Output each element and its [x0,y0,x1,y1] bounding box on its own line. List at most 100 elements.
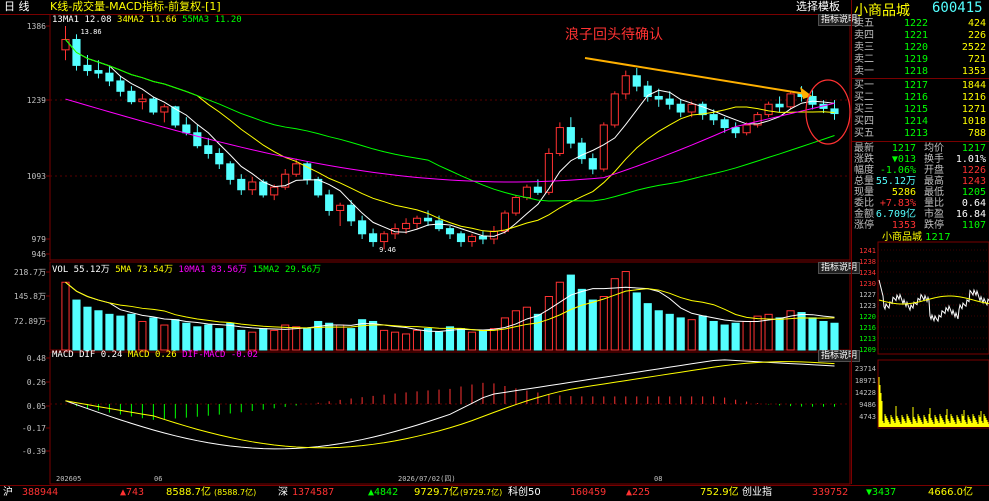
ob-label: 买四 [854,116,874,127]
candle-down [314,178,323,196]
ask-row[interactable]: 卖二 1219 721 [852,54,989,66]
ask-row[interactable]: 卖五 1222 424 [852,18,989,30]
candle-up [336,204,345,211]
candle-up [544,152,553,193]
annotation-text: 浪子回头待确认 [565,27,663,43]
macd-tick: -0.17 [22,424,46,433]
minute-price-line [878,279,989,323]
volume-bar-up [500,317,510,351]
volume-bar-down [456,328,466,351]
sz-amount-2: (9729.7亿) [460,488,503,497]
bid-row[interactable]: 买一 1217 1844 [852,80,989,92]
stat-value: ▼013 [891,154,916,165]
stat-row: 金额 6.709亿 市盈 16.84 [852,209,989,220]
bid-row[interactable]: 买四 1214 1018 [852,116,989,128]
kc-label[interactable]: 科创50 [508,486,541,500]
minute-vol-frame [877,359,989,429]
stat-label: 换手 [924,154,944,165]
volume-bar-up [467,331,477,351]
volume-bar-down [83,306,92,351]
ob-price: 1216 [904,92,929,103]
volume-bar-up [391,331,400,351]
candle-down [116,80,125,92]
stat-value: 1.01% [955,154,986,165]
stat-value: 6.709亿 [875,209,916,220]
ob-label: 卖五 [854,18,874,29]
ob-label: 买一 [854,80,874,91]
ob-volume: 1216 [961,92,986,103]
volume-bar-down [193,326,202,351]
ask-row[interactable]: 卖三 1220 2522 [852,42,989,54]
candle-up [742,124,751,134]
kc-value: 160459 [570,487,607,498]
volume-bar-up [61,281,70,351]
candle-down [94,70,103,74]
ask-row[interactable]: 卖四 1221 226 [852,30,989,42]
ob-price: 1220 [904,42,929,53]
ob-label: 卖四 [854,30,874,41]
candle-up [138,98,147,103]
candle-down [358,220,367,235]
sz-label[interactable]: 深 [278,486,288,500]
stat-label: 幅度 [854,165,874,176]
ob-label: 卖一 [854,66,874,77]
period-label[interactable]: 日 线 [4,1,30,13]
volume-bar-down [775,317,784,351]
candle-down [215,152,224,165]
candle-down [193,132,202,147]
vol-legend-2: 5MA 73.54万 [115,265,173,275]
stat-row: 现量 5286 最低 1205 [852,187,989,198]
volume-bar-up [544,296,553,351]
candle-up [621,75,630,95]
candle-down [709,114,718,121]
ob-price: 1214 [904,116,929,127]
volume-bar-up [380,329,389,351]
volume-bar-down [171,319,180,351]
volume-bar-down [665,313,674,351]
vol-legend-3: 10MA1 83.56万 [178,265,248,275]
macd-tick: 0.05 [27,402,46,411]
bid-row[interactable]: 买五 1213 788 [852,128,989,140]
minute-price-tick: 1223 [859,302,876,310]
ask-row[interactable]: 卖一 1218 1353 [852,66,989,78]
volume-bar-down [566,274,575,351]
stat-value: 0.64 [961,198,986,209]
top-bar: 日 线 K线-成交量-MACD指标-前复权-[1] 选择模板 [0,0,850,15]
ob-price: 1213 [904,128,929,139]
candle-up [61,38,70,51]
volume-bar-down [423,328,433,351]
candle-down [369,233,378,243]
candle-up [687,103,696,113]
select-template-button[interactable]: 选择模板 [796,1,840,13]
ma-legend: 13MA1 12.08 34MA2 11.66 55MA3 11.20 [52,15,242,25]
minute-vol-tick: 23714 [855,365,876,373]
candle-down [434,220,444,230]
stat-label: 市盈 [924,209,944,220]
minute-price-tick: 1213 [859,335,876,343]
sz-amount: 9729.7亿 [414,487,459,498]
macd-legend-2: MACD 0.26 [127,350,177,360]
ob-volume: 424 [967,18,986,29]
candle-down [676,103,685,113]
volume-bar-up [522,306,531,351]
ma5-line [65,39,835,237]
stat-label: 金额 [854,209,874,220]
price-tick: 1093 [27,172,46,181]
candle-down [731,127,740,134]
stats-divider [852,141,989,142]
candle-down [226,163,235,180]
cy-label[interactable]: 创业指 [742,486,772,500]
vol-tick: 72.89万 [14,317,46,326]
candle-up [160,106,169,113]
volume-bar-down [127,313,136,351]
stat-label: 量比 [924,198,944,209]
bid-row[interactable]: 买三 1215 1271 [852,104,989,116]
volume-bar-down [434,331,444,351]
stat-value: +7.83% [879,198,916,209]
candle-up [610,93,619,126]
candlestick-panel: 1386 1239 1093 979 946 13.86 9.46 [27,14,851,485]
minute-vol-tick: 14228 [855,389,876,397]
bid-row[interactable]: 买二 1216 1216 [852,92,989,104]
sh-label[interactable]: 沪 [3,486,13,500]
stat-label: 现量 [854,187,874,198]
